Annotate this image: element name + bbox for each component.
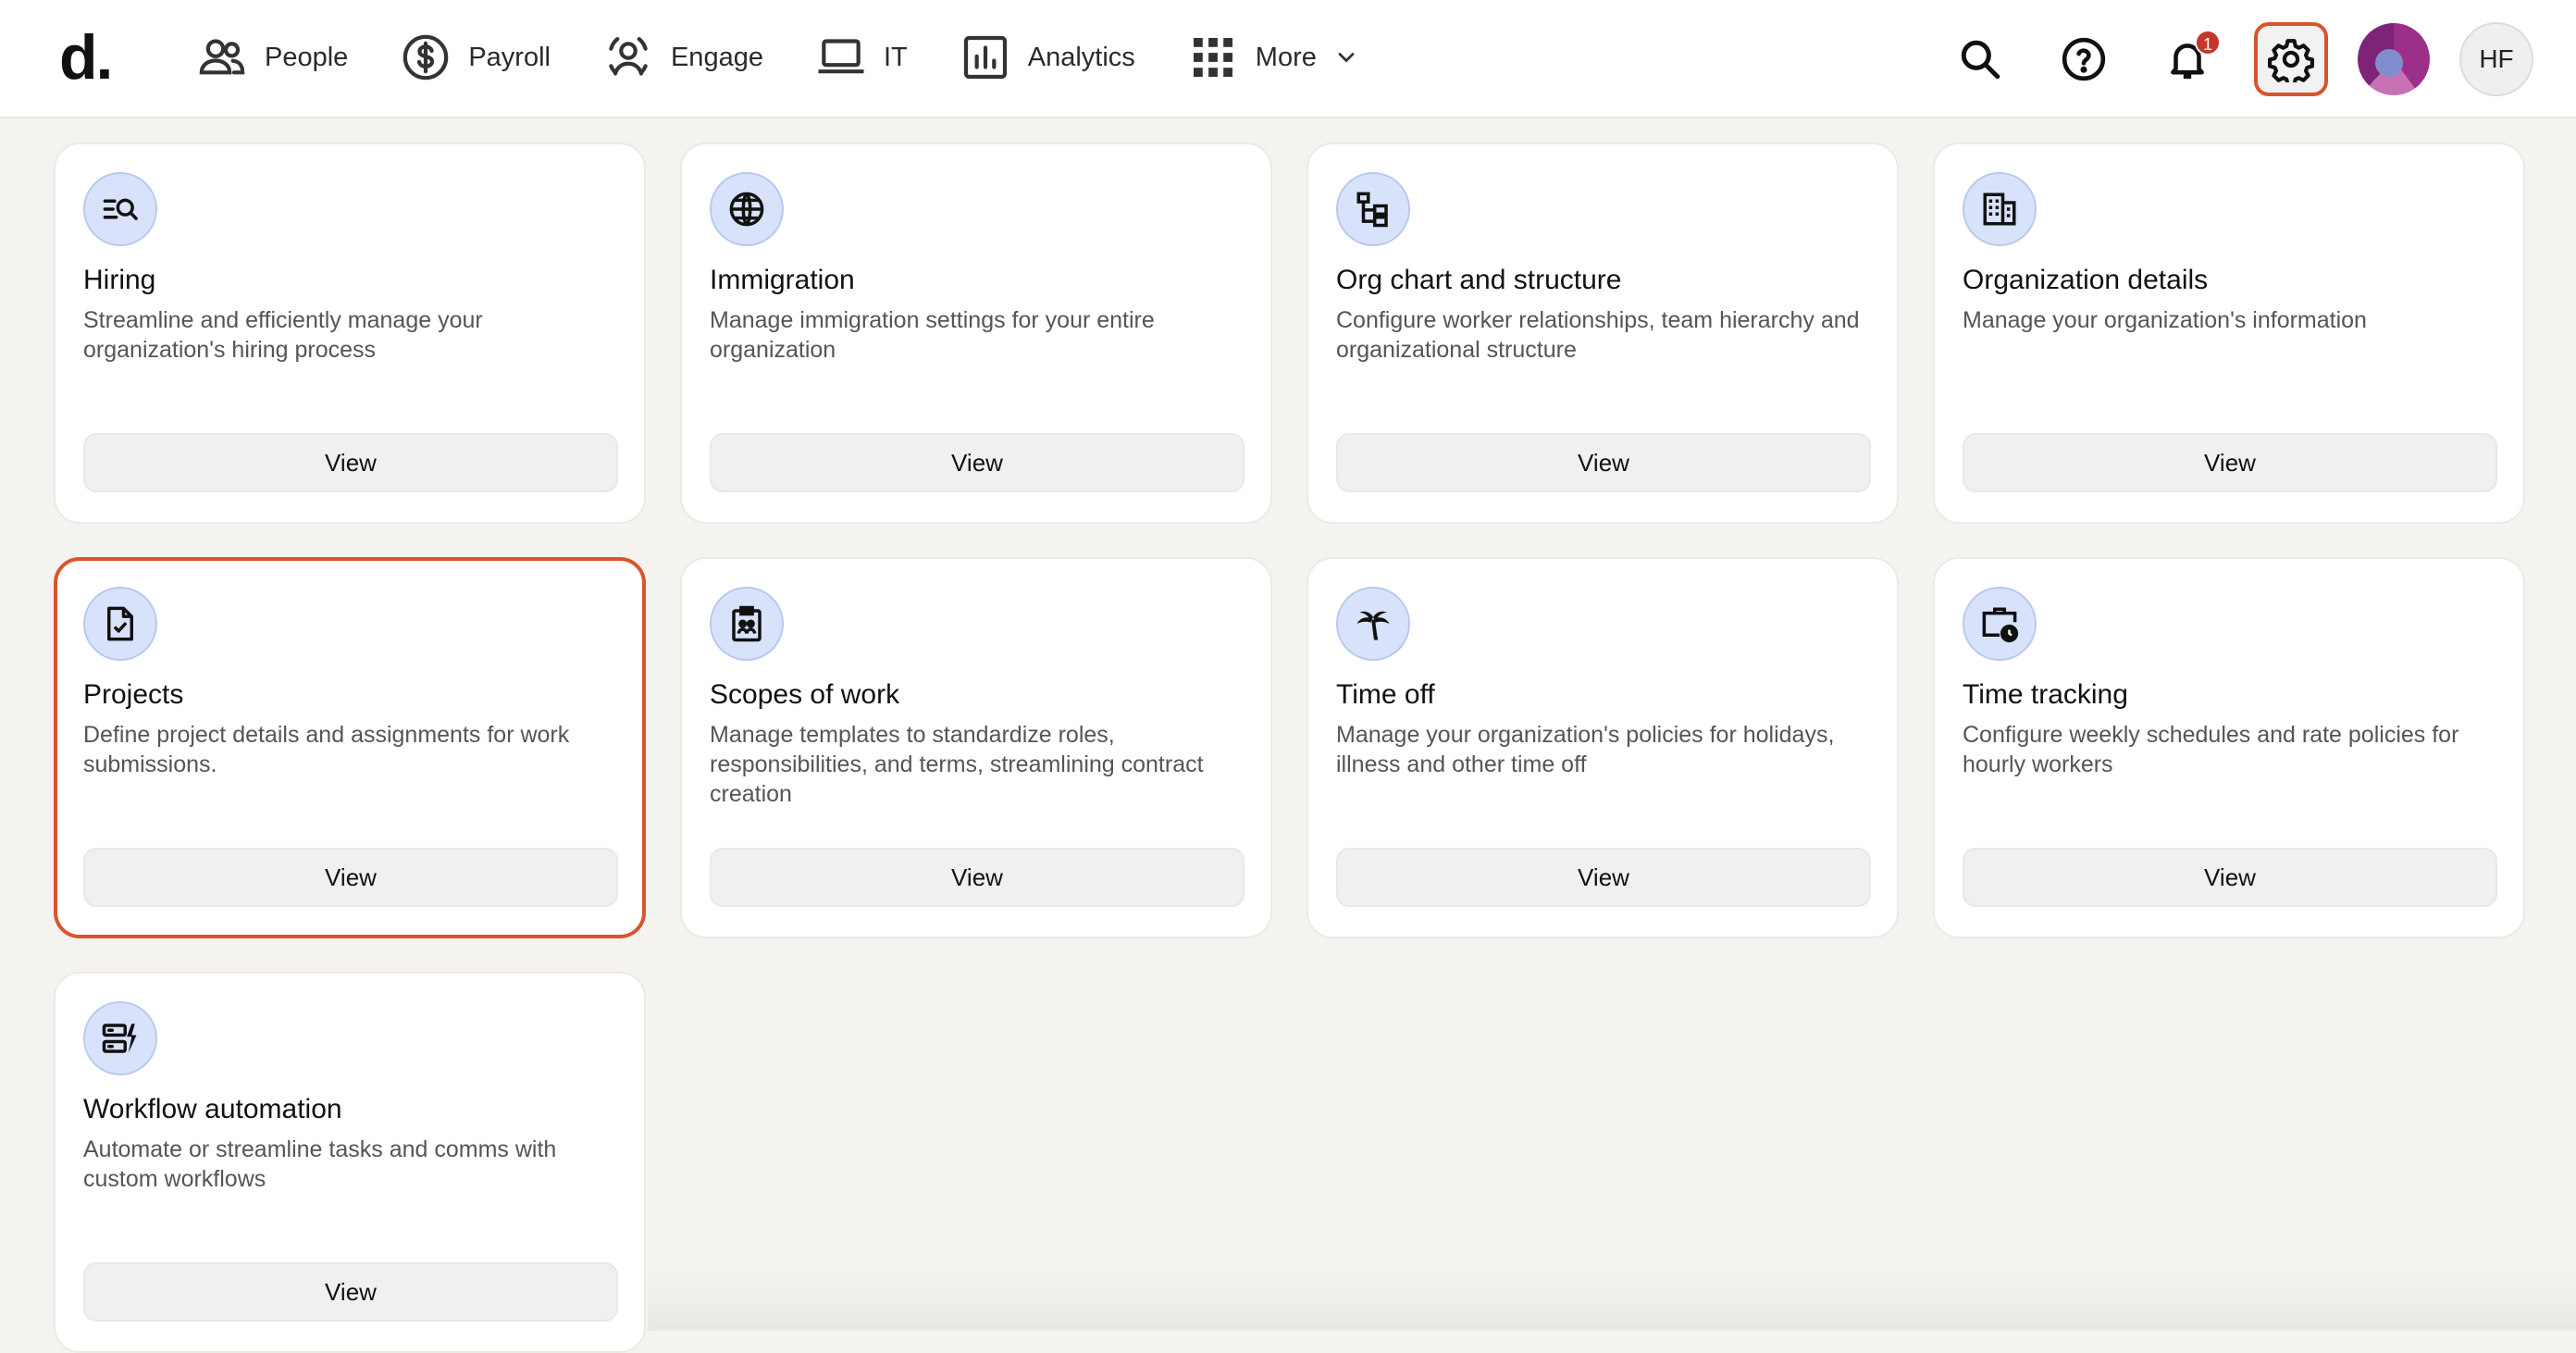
card-title: Time tracking [1963,679,2128,710]
card-projects: Projects Define project details and assi… [54,557,646,938]
card-description: Manage immigration settings for your ent… [710,307,1155,363]
card-icon-wrap [1336,587,1410,661]
view-button-workflow-automation[interactable]: View [83,1262,618,1322]
brand-logo[interactable]: d. [59,20,113,94]
view-button-projects[interactable]: View [83,848,618,907]
chevron-down-icon [1338,53,1355,63]
nav-analytics[interactable]: Analytics [941,20,1154,94]
view-button-organization-details[interactable]: View [1963,433,2497,492]
card-org-chart: Org chart and structure Configure worker… [1307,143,1899,524]
org-chart-icon [1356,192,1388,228]
card-icon-wrap [1336,172,1410,246]
organization-avatar-mark [2375,49,2403,77]
card-title: Immigration [710,265,855,295]
laptop-icon [818,39,864,74]
dollar-circle-icon [403,34,449,81]
search-icon [1961,40,2000,80]
globe-icon [729,192,764,227]
document-check-icon [107,606,133,641]
card-title: Organization details [1963,265,2209,295]
view-button-time-off[interactable]: View [1336,848,1871,907]
card-icon-wrap [710,587,784,661]
view-button-scopes-of-work[interactable]: View [710,848,1245,907]
card-description: Configure worker relationships, team hie… [1336,307,1860,363]
notification-count-badge: 1 [2195,30,2221,56]
card-icon-wrap [83,587,157,661]
hiring-search-icon [103,198,138,220]
card-organization-details: Organization details Manage your organiz… [1933,143,2525,524]
card-icon-wrap [1963,587,2037,661]
grid-icon [1193,38,1232,77]
card-description: Configure weekly schedules and rate poli… [1963,722,2459,777]
user-avatar[interactable]: HF [2459,22,2533,96]
nav-more-label: More [1255,42,1317,72]
page-bottom-shadow [648,1268,2576,1331]
top-navigation-bar: d. People Payroll Engage IT Analytics Mo… [0,0,2576,118]
clipboard-people-icon [732,605,762,642]
card-title: Org chart and structure [1336,265,1622,295]
help-circle-icon [2062,37,2106,81]
nav-payroll[interactable]: Payroll [381,20,569,94]
search-button[interactable] [1943,22,2017,96]
card-time-off: Time off Manage your organization's poli… [1307,557,1899,938]
card-icon-wrap [710,172,784,246]
card-title: Hiring [83,265,156,295]
palm-tree-icon [1356,611,1390,640]
card-icon-wrap [83,172,157,246]
organization-avatar[interactable] [2358,23,2430,95]
card-description: Manage templates to standardize roles, r… [710,722,1204,807]
card-description: Automate or streamline tasks and comms w… [83,1136,557,1192]
view-button-org-chart[interactable]: View [1336,433,1871,492]
card-icon-wrap [1963,172,2037,246]
card-title: Scopes of work [710,679,900,710]
card-description: Manage your organization's information [1963,307,2367,333]
card-description: Manage your organization's policies for … [1336,722,1835,777]
card-title: Projects [83,679,184,710]
view-button-time-tracking[interactable]: View [1963,848,2497,907]
nav-analytics-label: Analytics [1027,42,1135,72]
nav-it-label: IT [883,42,908,72]
nav-people[interactable]: People [178,20,366,94]
card-workflow-automation: Workflow automation Automate or streamli… [54,972,646,1353]
card-immigration: Immigration Manage immigration settings … [680,143,1272,524]
nav-it[interactable]: IT [797,20,926,94]
building-icon [1983,192,2016,226]
nav-people-label: People [265,42,349,72]
engage-icon [609,37,648,76]
nav-engage-label: Engage [670,42,763,72]
card-time-tracking: Time tracking Configure weekly schedules… [1933,557,2525,938]
gear-icon [2268,39,2314,82]
briefcase-clock-icon [1982,607,2019,643]
notifications-button[interactable]: 1 [2150,22,2224,96]
card-title: Workflow automation [83,1094,342,1124]
nav-engage[interactable]: Engage [584,20,782,94]
toolbar-right: 1 HF [1913,22,2533,96]
card-hiring: Hiring Streamline and efficiently manage… [54,143,646,524]
view-button-immigration[interactable]: View [710,433,1245,492]
card-icon-wrap [83,1001,157,1075]
main-nav: People Payroll Engage IT Analytics More [178,0,1393,115]
card-title: Time off [1336,679,1435,710]
view-button-hiring[interactable]: View [83,433,618,492]
bar-chart-icon [963,35,1007,80]
workflow-bolt-icon [102,1024,137,1053]
card-description: Streamline and efficiently manage your o… [83,307,483,363]
nav-payroll-label: Payroll [468,42,551,72]
people-icon [199,39,245,75]
card-scopes-of-work: Scopes of work Manage templates to stand… [680,557,1272,938]
nav-more[interactable]: More [1169,20,1378,94]
settings-button[interactable] [2254,22,2328,96]
help-button[interactable] [2047,22,2121,96]
card-description: Define project details and assignments f… [83,722,570,777]
